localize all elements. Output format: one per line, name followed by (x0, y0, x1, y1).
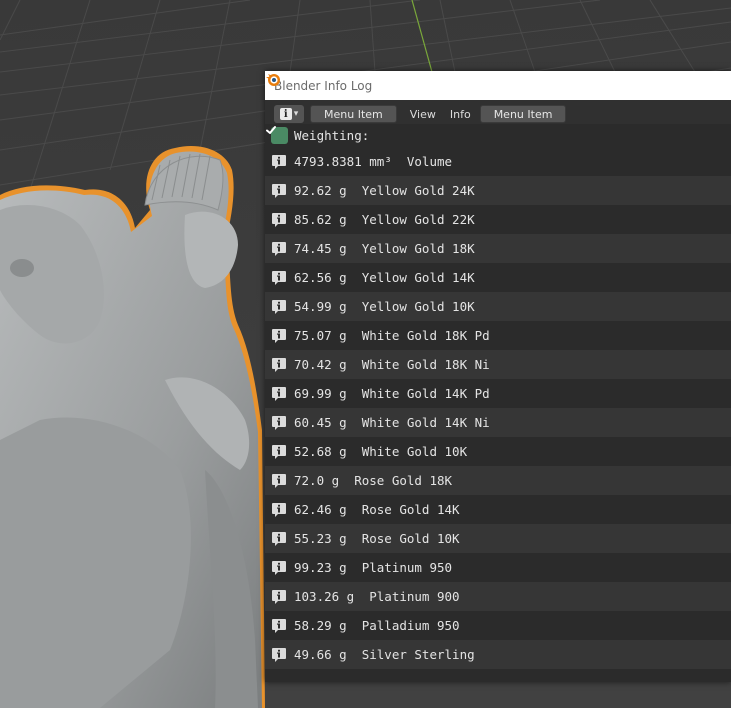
info-log-list[interactable]: Weighting: 4793.8381 mm³ Volume 92.62 g Y… (265, 124, 731, 669)
log-entry-text: 54.99 g Yellow Gold 10K (294, 299, 475, 314)
log-entry-row[interactable]: 99.23 g Platinum 950 (265, 553, 731, 582)
view-menu[interactable]: View (403, 108, 443, 121)
info-icon (271, 241, 287, 257)
log-entry-text: 62.46 g Rose Gold 14K (294, 502, 460, 517)
info-icon (271, 560, 287, 576)
info-icon: i (279, 108, 292, 120)
info-icon (271, 154, 287, 170)
log-entry-row[interactable]: 55.23 g Rose Gold 10K (265, 524, 731, 553)
checkmark-icon (266, 126, 288, 144)
log-entry-text: 74.45 g Yellow Gold 18K (294, 241, 475, 256)
3d-viewport[interactable]: Blender Info Log i ▾ Menu Item View Info… (0, 0, 731, 708)
log-entry-row[interactable]: 92.62 g Yellow Gold 24K (265, 176, 731, 205)
log-entry-text: 92.62 g Yellow Gold 24K (294, 183, 475, 198)
log-entry-row[interactable]: 52.68 g White Gold 10K (265, 437, 731, 466)
log-entry-text: 75.07 g White Gold 18K Pd (294, 328, 490, 343)
info-icon (271, 270, 287, 286)
log-entry-text: 62.56 g Yellow Gold 14K (294, 270, 475, 285)
log-entry-row[interactable]: 60.45 g White Gold 14K Ni (265, 408, 731, 437)
info-icon (271, 444, 287, 460)
log-entry-text: 69.99 g White Gold 14K Pd (294, 386, 490, 401)
info-menu[interactable]: Info (443, 108, 478, 121)
info-icon (271, 589, 287, 605)
info-icon (271, 328, 287, 344)
info-icon (271, 386, 287, 402)
log-entry-row[interactable]: 4793.8381 mm³ Volume (265, 147, 731, 176)
log-entry-text: 85.62 g Yellow Gold 22K (294, 212, 475, 227)
log-entry-row[interactable]: 49.66 g Silver Sterling (265, 640, 731, 669)
log-entry-text: 72.0 g Rose Gold 18K (294, 473, 453, 488)
info-icon (271, 473, 287, 489)
log-entry-text: 55.23 g Rose Gold 10K (294, 531, 460, 546)
info-icon (271, 647, 287, 663)
log-entry-row[interactable]: 62.56 g Yellow Gold 14K (265, 263, 731, 292)
log-entry-text: 49.66 g Silver Sterling (294, 647, 475, 662)
log-entry-row[interactable]: 103.26 g Platinum 900 (265, 582, 731, 611)
chevron-down-icon: ▾ (293, 109, 299, 119)
log-entry-text: 60.45 g White Gold 14K Ni (294, 415, 490, 430)
log-entry-text: 103.26 g Platinum 900 (294, 589, 460, 604)
info-icon (271, 618, 287, 634)
log-entry-text: 52.68 g White Gold 10K (294, 444, 468, 459)
menu-item-button-1[interactable]: Menu Item (310, 105, 397, 123)
info-icon (271, 299, 287, 315)
log-entry-row[interactable]: 74.45 g Yellow Gold 18K (265, 234, 731, 263)
info-icon (271, 183, 287, 199)
selected-sculpture[interactable] (0, 146, 265, 708)
log-entries: 4793.8381 mm³ Volume 92.62 g Yellow Gold … (265, 147, 731, 669)
info-log-window[interactable]: Blender Info Log i ▾ Menu Item View Info… (265, 71, 731, 682)
info-icon (271, 531, 287, 547)
log-entry-text: 99.23 g Platinum 950 (294, 560, 453, 575)
log-entry-row[interactable]: 58.29 g Palladium 950 (265, 611, 731, 640)
log-entry-row[interactable]: 69.99 g White Gold 14K Pd (265, 379, 731, 408)
info-icon (271, 357, 287, 373)
window-title: Blender Info Log (274, 78, 373, 93)
window-titlebar[interactable]: Blender Info Log (265, 71, 731, 100)
log-entry-row[interactable]: 85.62 g Yellow Gold 22K (265, 205, 731, 234)
log-header-text: Weighting: (294, 128, 370, 143)
log-entry-row[interactable]: 72.0 g Rose Gold 18K (265, 466, 731, 495)
editor-type-selector[interactable]: i ▾ (274, 105, 304, 123)
menu-item-button-2[interactable]: Menu Item (479, 105, 567, 123)
info-icon (271, 502, 287, 518)
log-entry-text: 58.29 g Palladium 950 (294, 618, 460, 633)
log-entry-text: 4793.8381 mm³ Volume (294, 154, 453, 169)
log-entry-row[interactable]: 54.99 g Yellow Gold 10K (265, 292, 731, 321)
info-icon (271, 212, 287, 228)
blender-logo-icon (266, 74, 280, 86)
log-header-row[interactable]: Weighting: (265, 124, 731, 147)
info-icon (271, 415, 287, 431)
log-entry-row[interactable]: 70.42 g White Gold 18K Ni (265, 350, 731, 379)
log-entry-row[interactable]: 62.46 g Rose Gold 14K (265, 495, 731, 524)
log-entry-row[interactable]: 75.07 g White Gold 18K Pd (265, 321, 731, 350)
log-entry-text: 70.42 g White Gold 18K Ni (294, 357, 490, 372)
